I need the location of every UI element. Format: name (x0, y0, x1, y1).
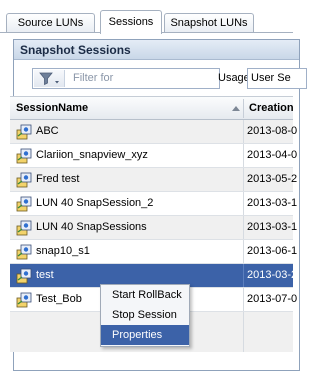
sort-ascending-icon (232, 106, 240, 111)
tab-strip: Source LUNs Sessions Snapshot LUNs (0, 0, 293, 34)
menu-item-properties[interactable]: Properties (101, 325, 189, 345)
session-name: Clariion_snapview_xyz (36, 149, 148, 161)
session-created: 2013-05-2 (247, 173, 298, 185)
cell-divider (243, 216, 244, 239)
session-created: 2013-06-1 (247, 245, 298, 257)
cell-divider (243, 168, 244, 191)
session-created: 2013-03-2 (247, 269, 298, 281)
table-row[interactable]: LUN 40 SnapSessions 2013-03-1 (10, 216, 297, 240)
snapshot-session-icon (16, 196, 32, 212)
session-created: 2013-03-1 (247, 221, 298, 233)
table-header: SessionName Creation (10, 96, 294, 120)
table-row[interactable]: ABC 2013-08-0 (10, 120, 297, 144)
table-row[interactable]: Clariion_snapview_xyz 2013-04-0 (10, 144, 297, 168)
usage-label: Usage (218, 72, 250, 84)
snapshot-session-icon (16, 124, 32, 140)
tab-sessions[interactable]: Sessions (100, 10, 162, 34)
tab-source-luns[interactable]: Source LUNs (6, 13, 95, 33)
session-created: 2013-03-1 (247, 197, 298, 209)
cell-divider (243, 192, 244, 215)
session-created: 2013-08-0 (247, 125, 298, 137)
cell-divider (243, 144, 244, 167)
column-divider[interactable] (243, 99, 244, 118)
funnel-icon (39, 72, 59, 86)
snapshot-session-icon (16, 172, 32, 188)
context-menu: Start RollBack Stop Session Properties (100, 284, 190, 347)
usage-select[interactable]: User Se (247, 68, 307, 89)
snapshot-session-icon (16, 268, 32, 284)
column-header-sessionname[interactable]: SessionName (16, 97, 88, 120)
session-name: ABC (36, 125, 59, 137)
table-row[interactable]: Fred test 2013-05-2 (10, 168, 297, 192)
snapshot-session-icon (16, 220, 32, 236)
session-name: test (36, 269, 54, 281)
filter-bar: Filter for Usage User Se (14, 61, 307, 97)
snapshot-session-icon (16, 292, 32, 308)
cell-divider (243, 312, 244, 352)
filter-input[interactable]: Filter for (32, 68, 220, 89)
cell-divider (243, 240, 244, 263)
session-name: Test_Bob (36, 293, 82, 305)
panel-title: Snapshot Sessions (14, 40, 299, 60)
menu-item-stop-session[interactable]: Stop Session (101, 305, 189, 325)
filter-placeholder: Filter for (73, 72, 114, 84)
chevron-down-icon (55, 81, 59, 84)
session-created: 2013-07-0 (247, 293, 298, 305)
table-row[interactable]: snap10_s1 2013-06-1 (10, 240, 297, 264)
menu-item-start-rollback[interactable]: Start RollBack (101, 285, 189, 305)
session-created: 2013-04-0 (247, 149, 298, 161)
filter-dropdown-button[interactable] (34, 70, 65, 87)
snapshot-session-icon (16, 148, 32, 164)
cell-divider (243, 264, 244, 287)
column-header-creation[interactable]: Creation (249, 97, 294, 120)
table-row[interactable]: LUN 40 SnapSession_2 2013-03-1 (10, 192, 297, 216)
session-name: snap10_s1 (36, 245, 90, 257)
session-name: Fred test (36, 173, 80, 185)
cell-divider (243, 288, 244, 311)
session-name: LUN 40 SnapSessions (36, 221, 147, 233)
cell-divider (243, 120, 244, 143)
tab-snapshot-luns[interactable]: Snapshot LUNs (164, 13, 254, 33)
snapshot-session-icon (16, 244, 32, 260)
session-name: LUN 40 SnapSession_2 (36, 197, 154, 209)
